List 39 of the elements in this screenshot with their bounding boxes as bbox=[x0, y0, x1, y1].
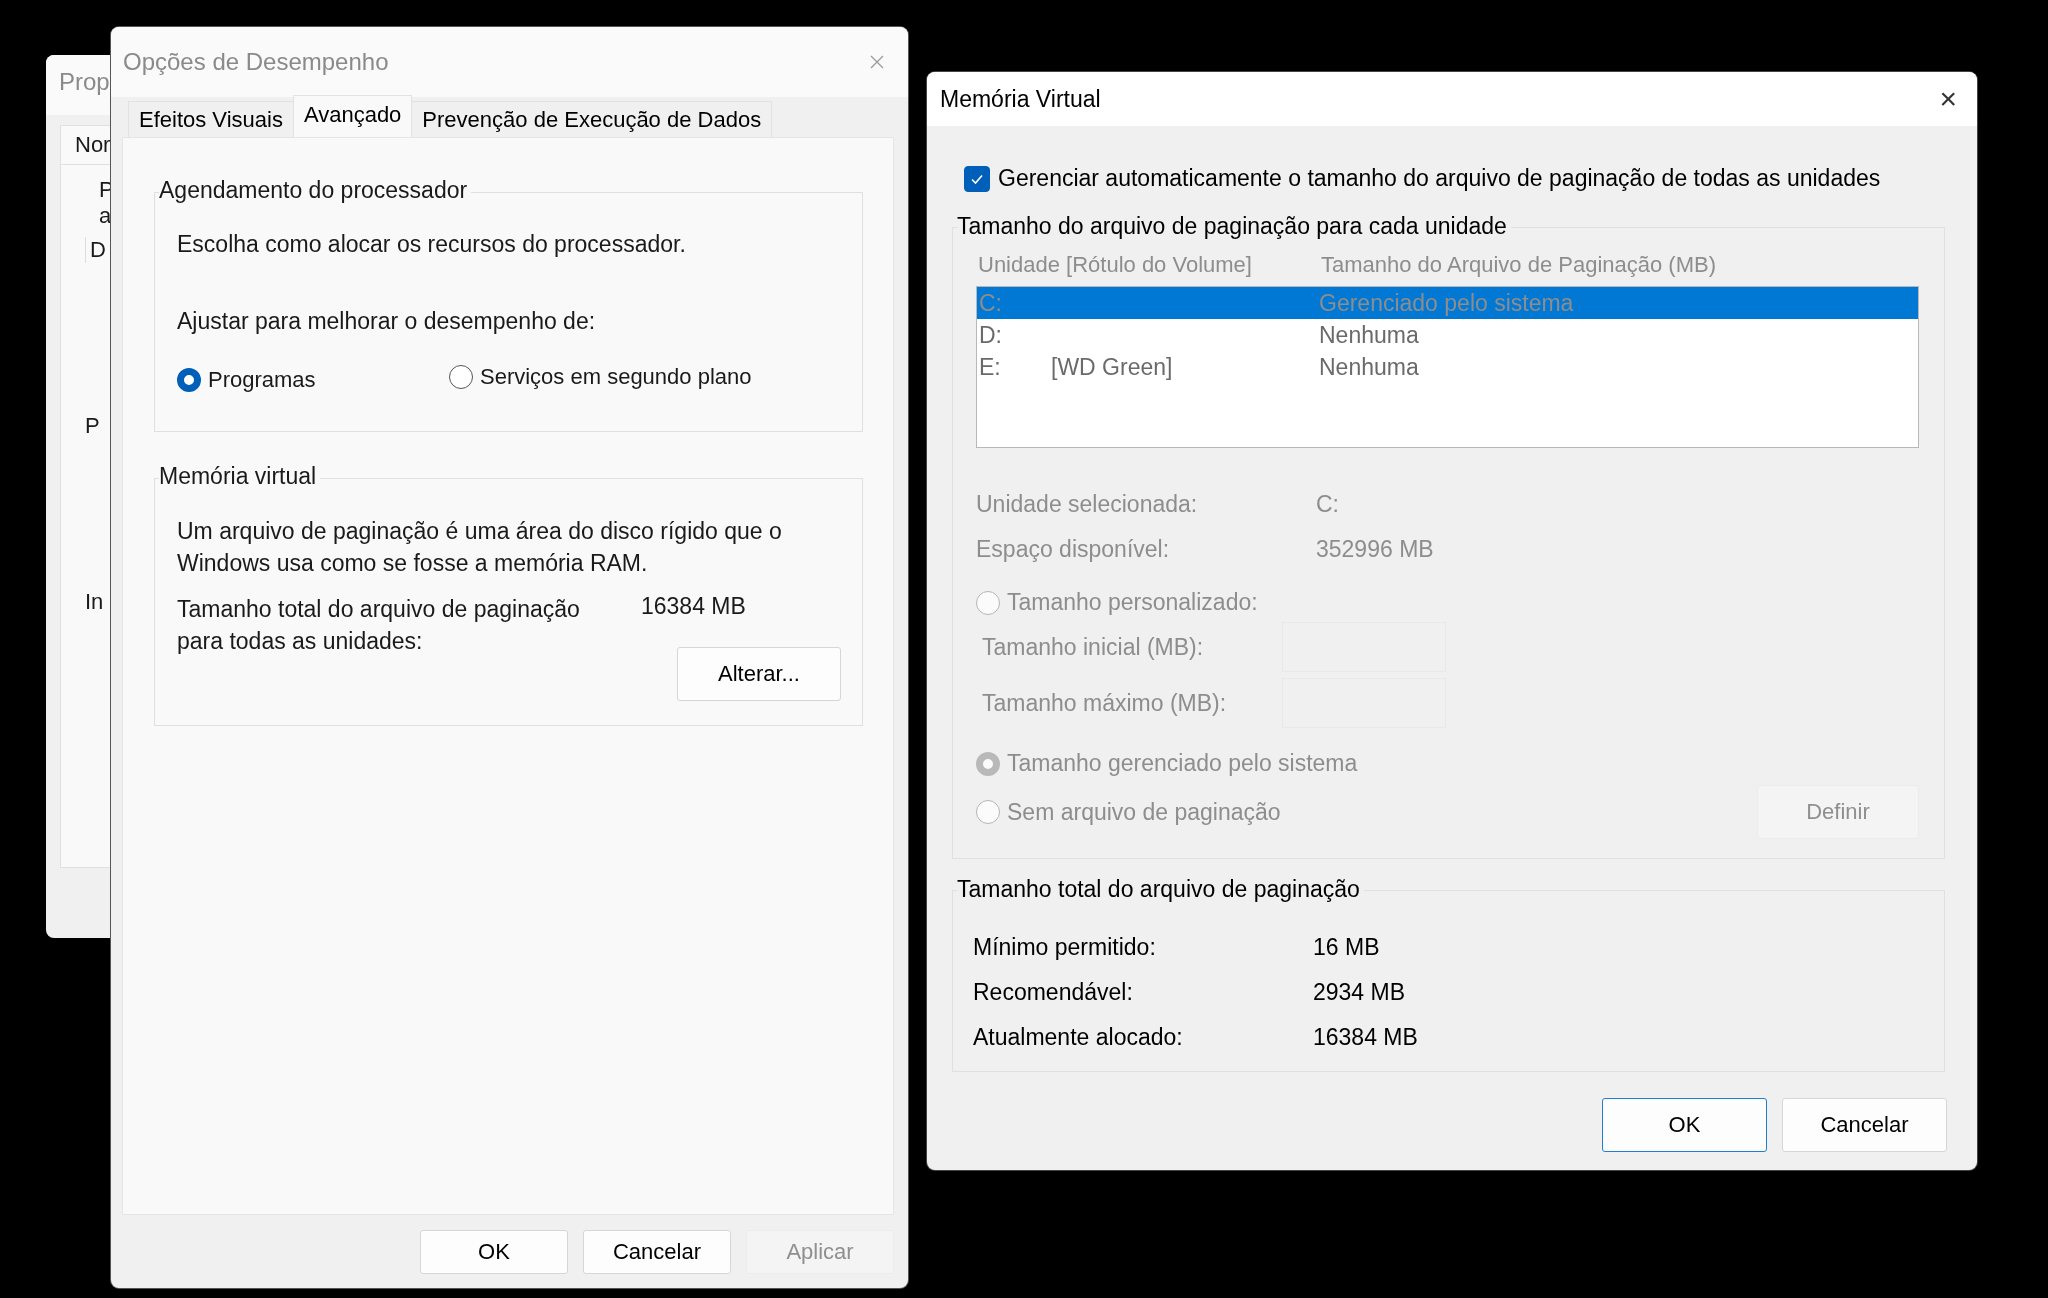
label: Espaço disponível: bbox=[976, 536, 1171, 563]
column-header: Tamanho do Arquivo de Paginação (MB) bbox=[1321, 252, 1716, 278]
description-text: Escolha como alocar os recursos do processador. bbox=[177, 231, 687, 258]
value-text: 16 MB bbox=[1313, 934, 1380, 961]
label: In bbox=[85, 589, 105, 615]
tab[interactable]: Avançado bbox=[292, 95, 413, 137]
dialog-button[interactable]: Cancelar bbox=[1782, 1098, 1947, 1152]
label: Unidade selecionada: bbox=[976, 491, 1199, 518]
label: Ajustar para melhorar o desempenho de: bbox=[177, 308, 597, 335]
column-header: Unidade [Rótulo do Volume] bbox=[978, 252, 1253, 278]
change-button[interactable]: Alterar... bbox=[677, 647, 841, 701]
value-text: 16384 MB bbox=[1313, 1024, 1418, 1051]
description-text: Um arquivo de paginação é uma área do disco rígido que o Windows usa como se fosse a memória RAM. bbox=[177, 517, 783, 578]
radio-option[interactable]: Programas bbox=[177, 367, 449, 393]
field-label: Tamanho máximo (MB): bbox=[982, 689, 1228, 717]
tab[interactable]: Prevenção de Execução de Dados bbox=[411, 101, 773, 137]
group-title: Agendamento do processador bbox=[159, 177, 472, 204]
radio-option[interactable]: Serviços em segundo plano bbox=[449, 361, 752, 393]
label: a bbox=[98, 203, 113, 229]
close-icon[interactable] bbox=[870, 55, 884, 69]
value-text: 352996 MB bbox=[1316, 536, 1434, 563]
label: P bbox=[85, 413, 101, 439]
close-button[interactable]: × bbox=[1931, 82, 1965, 116]
group-title: Tamanho total do arquivo de paginação bbox=[957, 876, 1364, 903]
checkbox-option[interactable]: Gerenciar automaticamente o tamanho do arquivo de paginação de todas as unidades bbox=[964, 165, 1945, 192]
dialog-button[interactable]: OK bbox=[1602, 1098, 1767, 1152]
value-text: C: bbox=[1316, 491, 1339, 518]
dialog-button[interactable]: Cancelar bbox=[583, 1230, 731, 1274]
field-label: Tamanho inicial (MB): bbox=[982, 633, 1205, 661]
value-text: 2934 MB bbox=[1313, 979, 1406, 1006]
tab[interactable]: Efeitos Visuais bbox=[128, 101, 294, 137]
label: Recomendável: bbox=[973, 979, 1134, 1006]
label: Mínimo permitido: bbox=[973, 934, 1157, 961]
window-title: Memória Virtual bbox=[940, 85, 1101, 113]
group-title: Tamanho do arquivo de paginação para cada unidade bbox=[957, 213, 1511, 240]
label: Tamanho total do arquivo de paginação para todas as unidades: bbox=[177, 595, 581, 656]
dialog-button[interactable]: OK bbox=[420, 1230, 568, 1274]
label: Atualmente alocado: bbox=[973, 1024, 1184, 1051]
value-text: 16384 MB bbox=[641, 593, 746, 621]
